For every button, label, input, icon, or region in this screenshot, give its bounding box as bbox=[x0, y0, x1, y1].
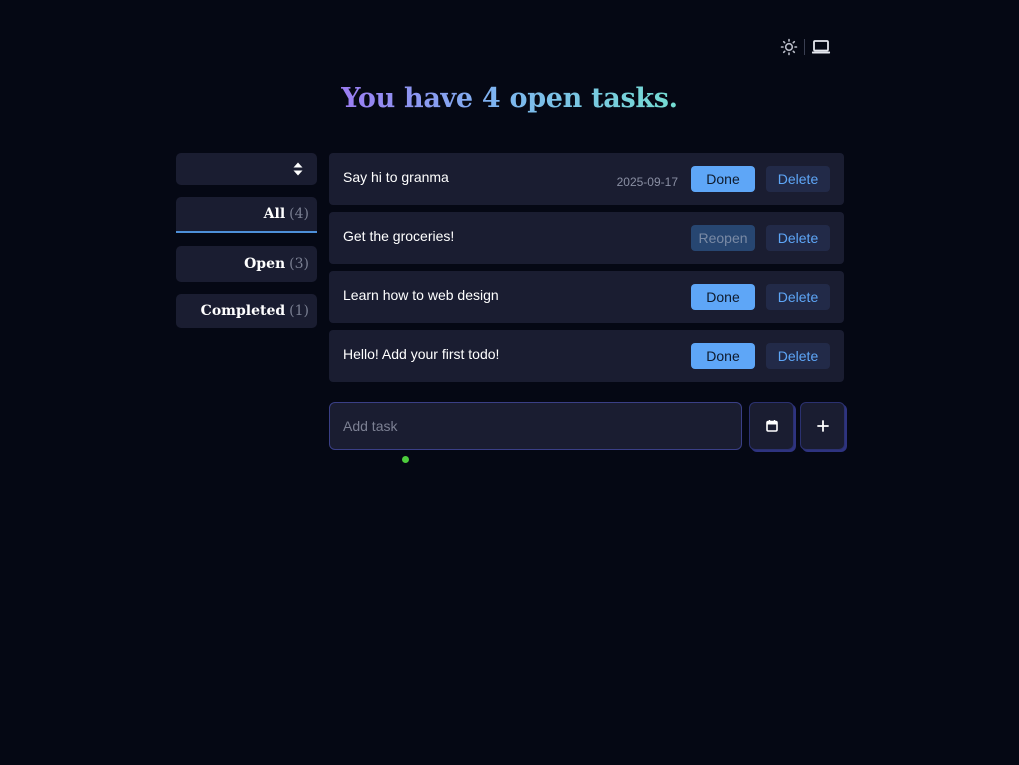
delete-button[interactable]: Delete bbox=[766, 284, 830, 310]
task-title: Hello! Add your first todo! bbox=[343, 346, 500, 362]
delete-button[interactable]: Delete bbox=[766, 225, 830, 251]
todo-app: You have 4 open tasks. All (4) Open (3) … bbox=[0, 0, 1019, 765]
page-title: You have 4 open tasks. bbox=[341, 83, 678, 114]
delete-button[interactable]: Delete bbox=[766, 166, 830, 192]
theme-separator bbox=[804, 39, 805, 55]
date-picker-button[interactable] bbox=[749, 402, 794, 450]
calendar-icon bbox=[765, 420, 778, 432]
filter-open-button[interactable]: Open (3) bbox=[176, 246, 317, 282]
filter-open-label: Open bbox=[244, 256, 286, 272]
filter-all-count: (4) bbox=[289, 206, 309, 222]
done-button[interactable]: Done bbox=[691, 343, 755, 369]
reopen-button[interactable]: Reopen bbox=[691, 225, 755, 251]
theme-controls bbox=[779, 37, 831, 57]
filter-all-button[interactable]: All (4) bbox=[176, 197, 317, 233]
task-title: Learn how to web design bbox=[343, 287, 499, 303]
done-button[interactable]: Done bbox=[691, 284, 755, 310]
task-title: Say hi to granma bbox=[343, 169, 449, 185]
task-item: Learn how to web design Done Delete bbox=[329, 271, 844, 323]
status-indicator bbox=[402, 456, 409, 463]
sort-select[interactable] bbox=[176, 153, 317, 185]
light-theme-button[interactable] bbox=[779, 37, 799, 57]
filter-completed-label: Completed bbox=[200, 303, 286, 319]
filter-completed-count: (1) bbox=[289, 303, 309, 319]
filter-completed-button[interactable]: Completed (1) bbox=[176, 294, 317, 328]
laptop-icon bbox=[812, 40, 830, 54]
filter-open-count: (3) bbox=[289, 256, 309, 272]
task-item: Get the groceries! Reopen Delete bbox=[329, 212, 844, 264]
task-item: Say hi to granma 2025-09-17 Done Delete bbox=[329, 153, 844, 205]
filter-all-label: All bbox=[263, 206, 286, 222]
done-button[interactable]: Done bbox=[691, 166, 755, 192]
delete-button[interactable]: Delete bbox=[766, 343, 830, 369]
plus-icon bbox=[816, 420, 829, 432]
system-theme-button[interactable] bbox=[811, 37, 831, 57]
task-item: Hello! Add your first todo! Done Delete bbox=[329, 330, 844, 382]
task-date: 2025-09-17 bbox=[616, 175, 678, 189]
add-task-input[interactable] bbox=[329, 402, 742, 450]
sidebar: All (4) Open (3) Completed (1) bbox=[176, 153, 317, 328]
sort-updown-icon bbox=[293, 162, 303, 176]
task-title: Get the groceries! bbox=[343, 228, 455, 244]
sun-icon bbox=[780, 38, 798, 56]
add-task-button[interactable] bbox=[800, 402, 845, 450]
